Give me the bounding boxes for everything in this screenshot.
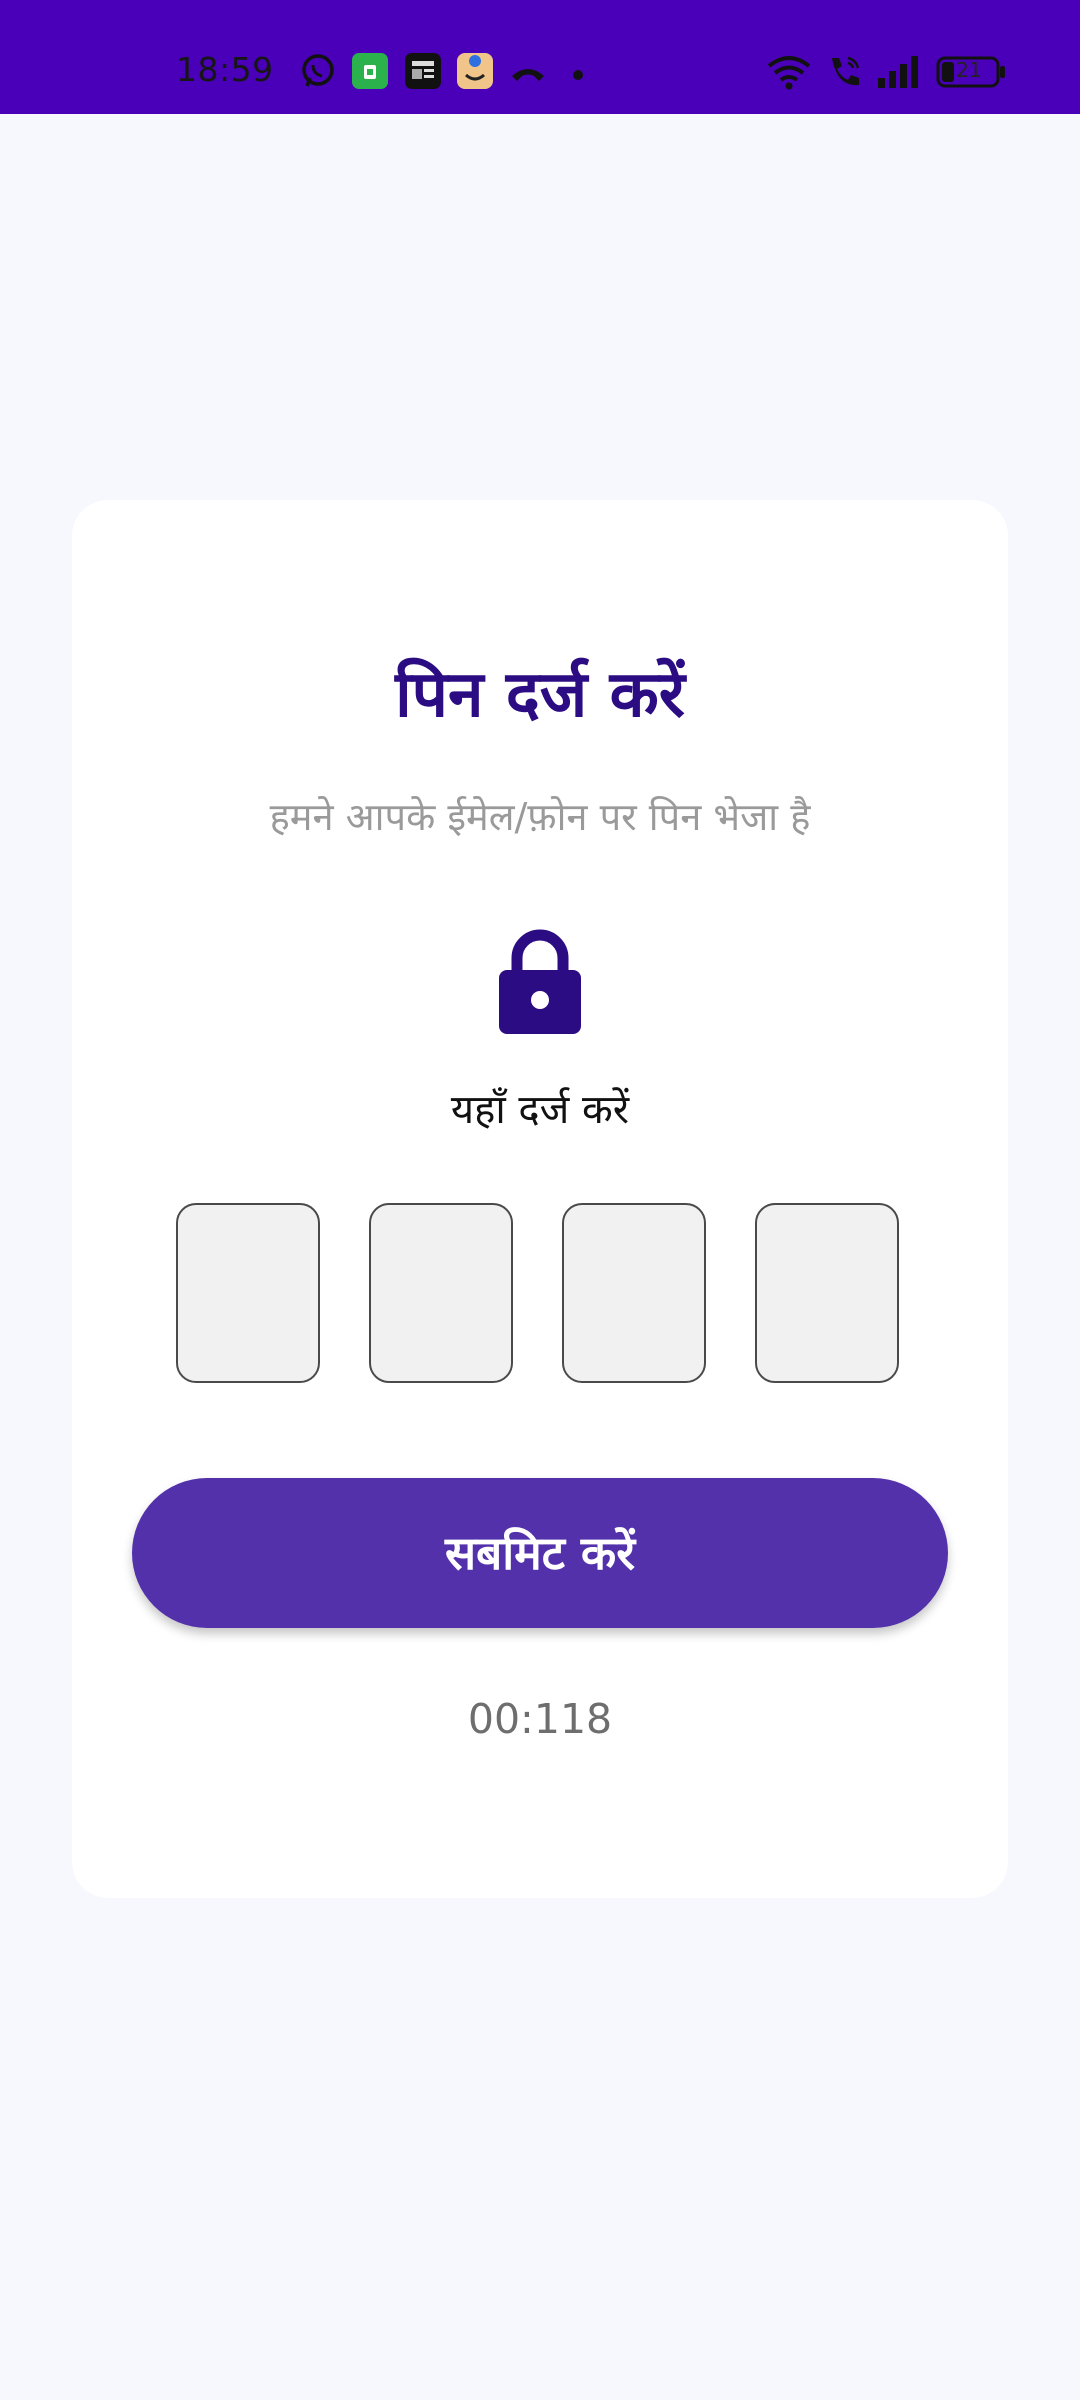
wifi-icon	[766, 54, 812, 94]
pin-digit-1[interactable]	[176, 1203, 320, 1383]
page-title: पिन दर्ज करें	[395, 658, 685, 732]
lock-icon	[497, 928, 583, 1040]
battery-level: 21	[956, 58, 982, 82]
pin-card: पिन दर्ज करें हमने आपके ईमेल/फ़ोन पर पिन…	[72, 500, 1008, 1898]
pin-digit-2[interactable]	[369, 1203, 513, 1383]
whatsapp-icon	[300, 53, 336, 93]
status-bar: 18:59 21	[0, 0, 1080, 114]
pin-digit-4[interactable]	[755, 1203, 899, 1383]
news-app-icon	[405, 53, 441, 93]
countdown-timer: 00:118	[467, 1695, 613, 1743]
submit-button[interactable]: सबमिट करें	[132, 1478, 948, 1628]
green-shop-icon	[352, 53, 388, 93]
pin-digit-3[interactable]	[562, 1203, 706, 1383]
missed-call-icon	[510, 58, 546, 88]
enter-here-label: यहाँ दर्ज करें	[450, 1087, 630, 1133]
shopping-app-icon	[457, 53, 493, 93]
wifi-calling-icon	[826, 54, 862, 94]
status-time: 18:59	[176, 50, 274, 89]
subtitle-text: हमने आपके ईमेल/फ़ोन पर पिन भेजा है	[269, 795, 811, 839]
signal-icon	[876, 54, 922, 94]
dot-icon	[572, 66, 584, 85]
pin-input-group	[176, 1203, 904, 1387]
